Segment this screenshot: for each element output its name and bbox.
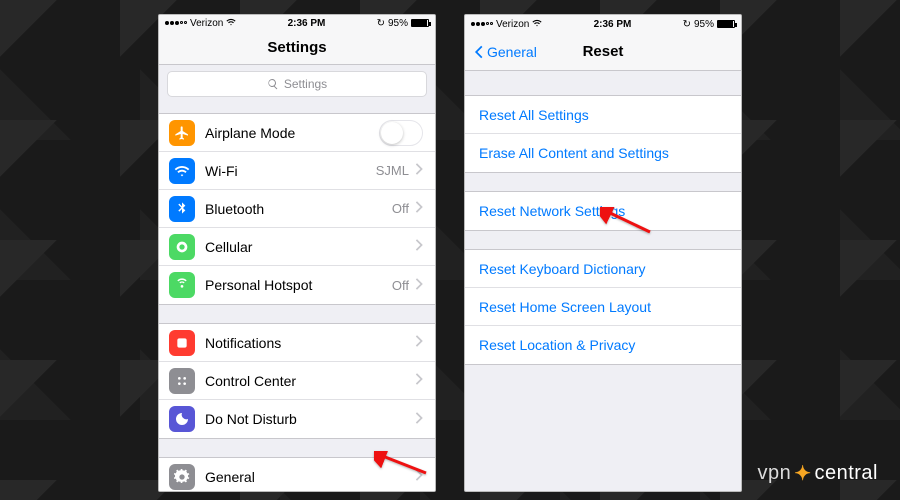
link-reset-home[interactable]: Reset Home Screen Layout [465,288,741,326]
row-value: Off [392,201,409,216]
reset-list: Reset All Settings Erase All Content and… [465,71,741,365]
phone-settings: Verizon 2:36 PM ↻ 95% Settings Settings [158,14,436,492]
airplane-toggle[interactable] [379,120,423,146]
row-label: Notifications [205,335,415,351]
row-label: Do Not Disturb [205,411,415,427]
link-erase-all[interactable]: Erase All Content and Settings [465,134,741,172]
battery-icon [411,19,429,27]
nav-bar: Settings [159,31,435,65]
row-label: Control Center [205,373,415,389]
gear-icon [169,464,195,490]
brand-part1: vpn [757,462,791,485]
clock: 2:36 PM [288,18,326,29]
dnd-icon [169,406,195,432]
row-hotspot[interactable]: Personal Hotspot Off [159,266,435,304]
search-placeholder: Settings [284,77,327,91]
page-title: Settings [267,39,326,56]
stage: Verizon 2:36 PM ↻ 95% Settings Settings [0,0,900,500]
row-label: General [205,469,415,485]
chevron-right-icon [415,412,423,427]
link-reset-keyboard[interactable]: Reset Keyboard Dictionary [465,250,741,288]
search-wrap: Settings [159,65,435,103]
link-reset-all[interactable]: Reset All Settings [465,96,741,134]
chevron-right-icon [415,469,423,484]
link-label: Reset Network Settings [479,203,625,219]
row-label: Bluetooth [205,201,392,217]
rotation-lock-icon: ↻ [377,18,385,29]
carrier-label: Verizon [496,19,529,30]
row-bluetooth[interactable]: Bluetooth Off [159,190,435,228]
row-value: SJML [376,163,409,178]
row-label: Airplane Mode [205,125,379,141]
row-general[interactable]: General [159,458,435,491]
bluetooth-icon [169,196,195,222]
link-label: Reset Location & Privacy [479,337,635,353]
row-label: Wi-Fi [205,163,376,179]
search-icon [267,78,279,90]
back-label: General [487,44,537,60]
notifications-icon [169,330,195,356]
chevron-left-icon [473,45,485,59]
group-reset-3: Reset Keyboard Dictionary Reset Home Scr… [465,249,741,365]
settings-list: Airplane Mode Wi-Fi SJML Bluetooth Off [159,103,435,491]
row-dnd[interactable]: Do Not Disturb [159,400,435,438]
chevron-right-icon [415,278,423,293]
phone-reset: Verizon 2:36 PM ↻ 95% General Reset Rese… [464,14,742,492]
chevron-right-icon [415,239,423,254]
link-label: Erase All Content and Settings [479,145,669,161]
link-label: Reset Keyboard Dictionary [479,261,646,277]
brand-part2: central [814,462,878,485]
status-bar: Verizon 2:36 PM ↻ 95% [465,15,741,33]
signal-dots-icon [471,22,493,26]
group-reset-2: Reset Network Settings [465,191,741,231]
link-label: Reset Home Screen Layout [479,299,651,315]
row-airplane[interactable]: Airplane Mode [159,114,435,152]
back-button[interactable]: General [473,44,537,60]
group-general: General AA Display & Brightness [159,457,435,491]
link-label: Reset All Settings [479,107,589,123]
search-input[interactable]: Settings [167,71,427,97]
row-control-center[interactable]: Control Center [159,362,435,400]
wifi-icon [169,158,195,184]
battery-icon [717,20,735,28]
wifi-icon [532,18,542,31]
nav-bar: General Reset [465,33,741,71]
airplane-icon [169,120,195,146]
chevron-right-icon [415,373,423,388]
row-label: Cellular [205,239,415,255]
battery-percent: 95% [388,18,408,29]
carrier-label: Verizon [190,18,223,29]
row-value: Off [392,278,409,293]
group-network: Airplane Mode Wi-Fi SJML Bluetooth Off [159,113,435,305]
page-title: Reset [583,43,624,60]
brand-accent-icon: ✦ [794,461,811,486]
cellular-icon [169,234,195,260]
status-bar: Verizon 2:36 PM ↻ 95% [159,15,435,31]
link-reset-location[interactable]: Reset Location & Privacy [465,326,741,364]
group-reset-1: Reset All Settings Erase All Content and… [465,95,741,173]
hotspot-icon [169,272,195,298]
control-center-icon [169,368,195,394]
link-reset-network[interactable]: Reset Network Settings [465,192,741,230]
chevron-right-icon [415,335,423,350]
chevron-right-icon [415,201,423,216]
signal-dots-icon [165,21,187,25]
wifi-icon [226,17,236,30]
chevron-right-icon [415,163,423,178]
row-cellular[interactable]: Cellular [159,228,435,266]
clock: 2:36 PM [594,19,632,30]
rotation-lock-icon: ↻ [683,19,691,30]
row-label: Personal Hotspot [205,277,392,293]
battery-percent: 95% [694,19,714,30]
row-notifications[interactable]: Notifications [159,324,435,362]
row-wifi[interactable]: Wi-Fi SJML [159,152,435,190]
brand-logo: vpn ✦ central [757,461,878,486]
group-notify: Notifications Control Center Do Not Dist… [159,323,435,439]
